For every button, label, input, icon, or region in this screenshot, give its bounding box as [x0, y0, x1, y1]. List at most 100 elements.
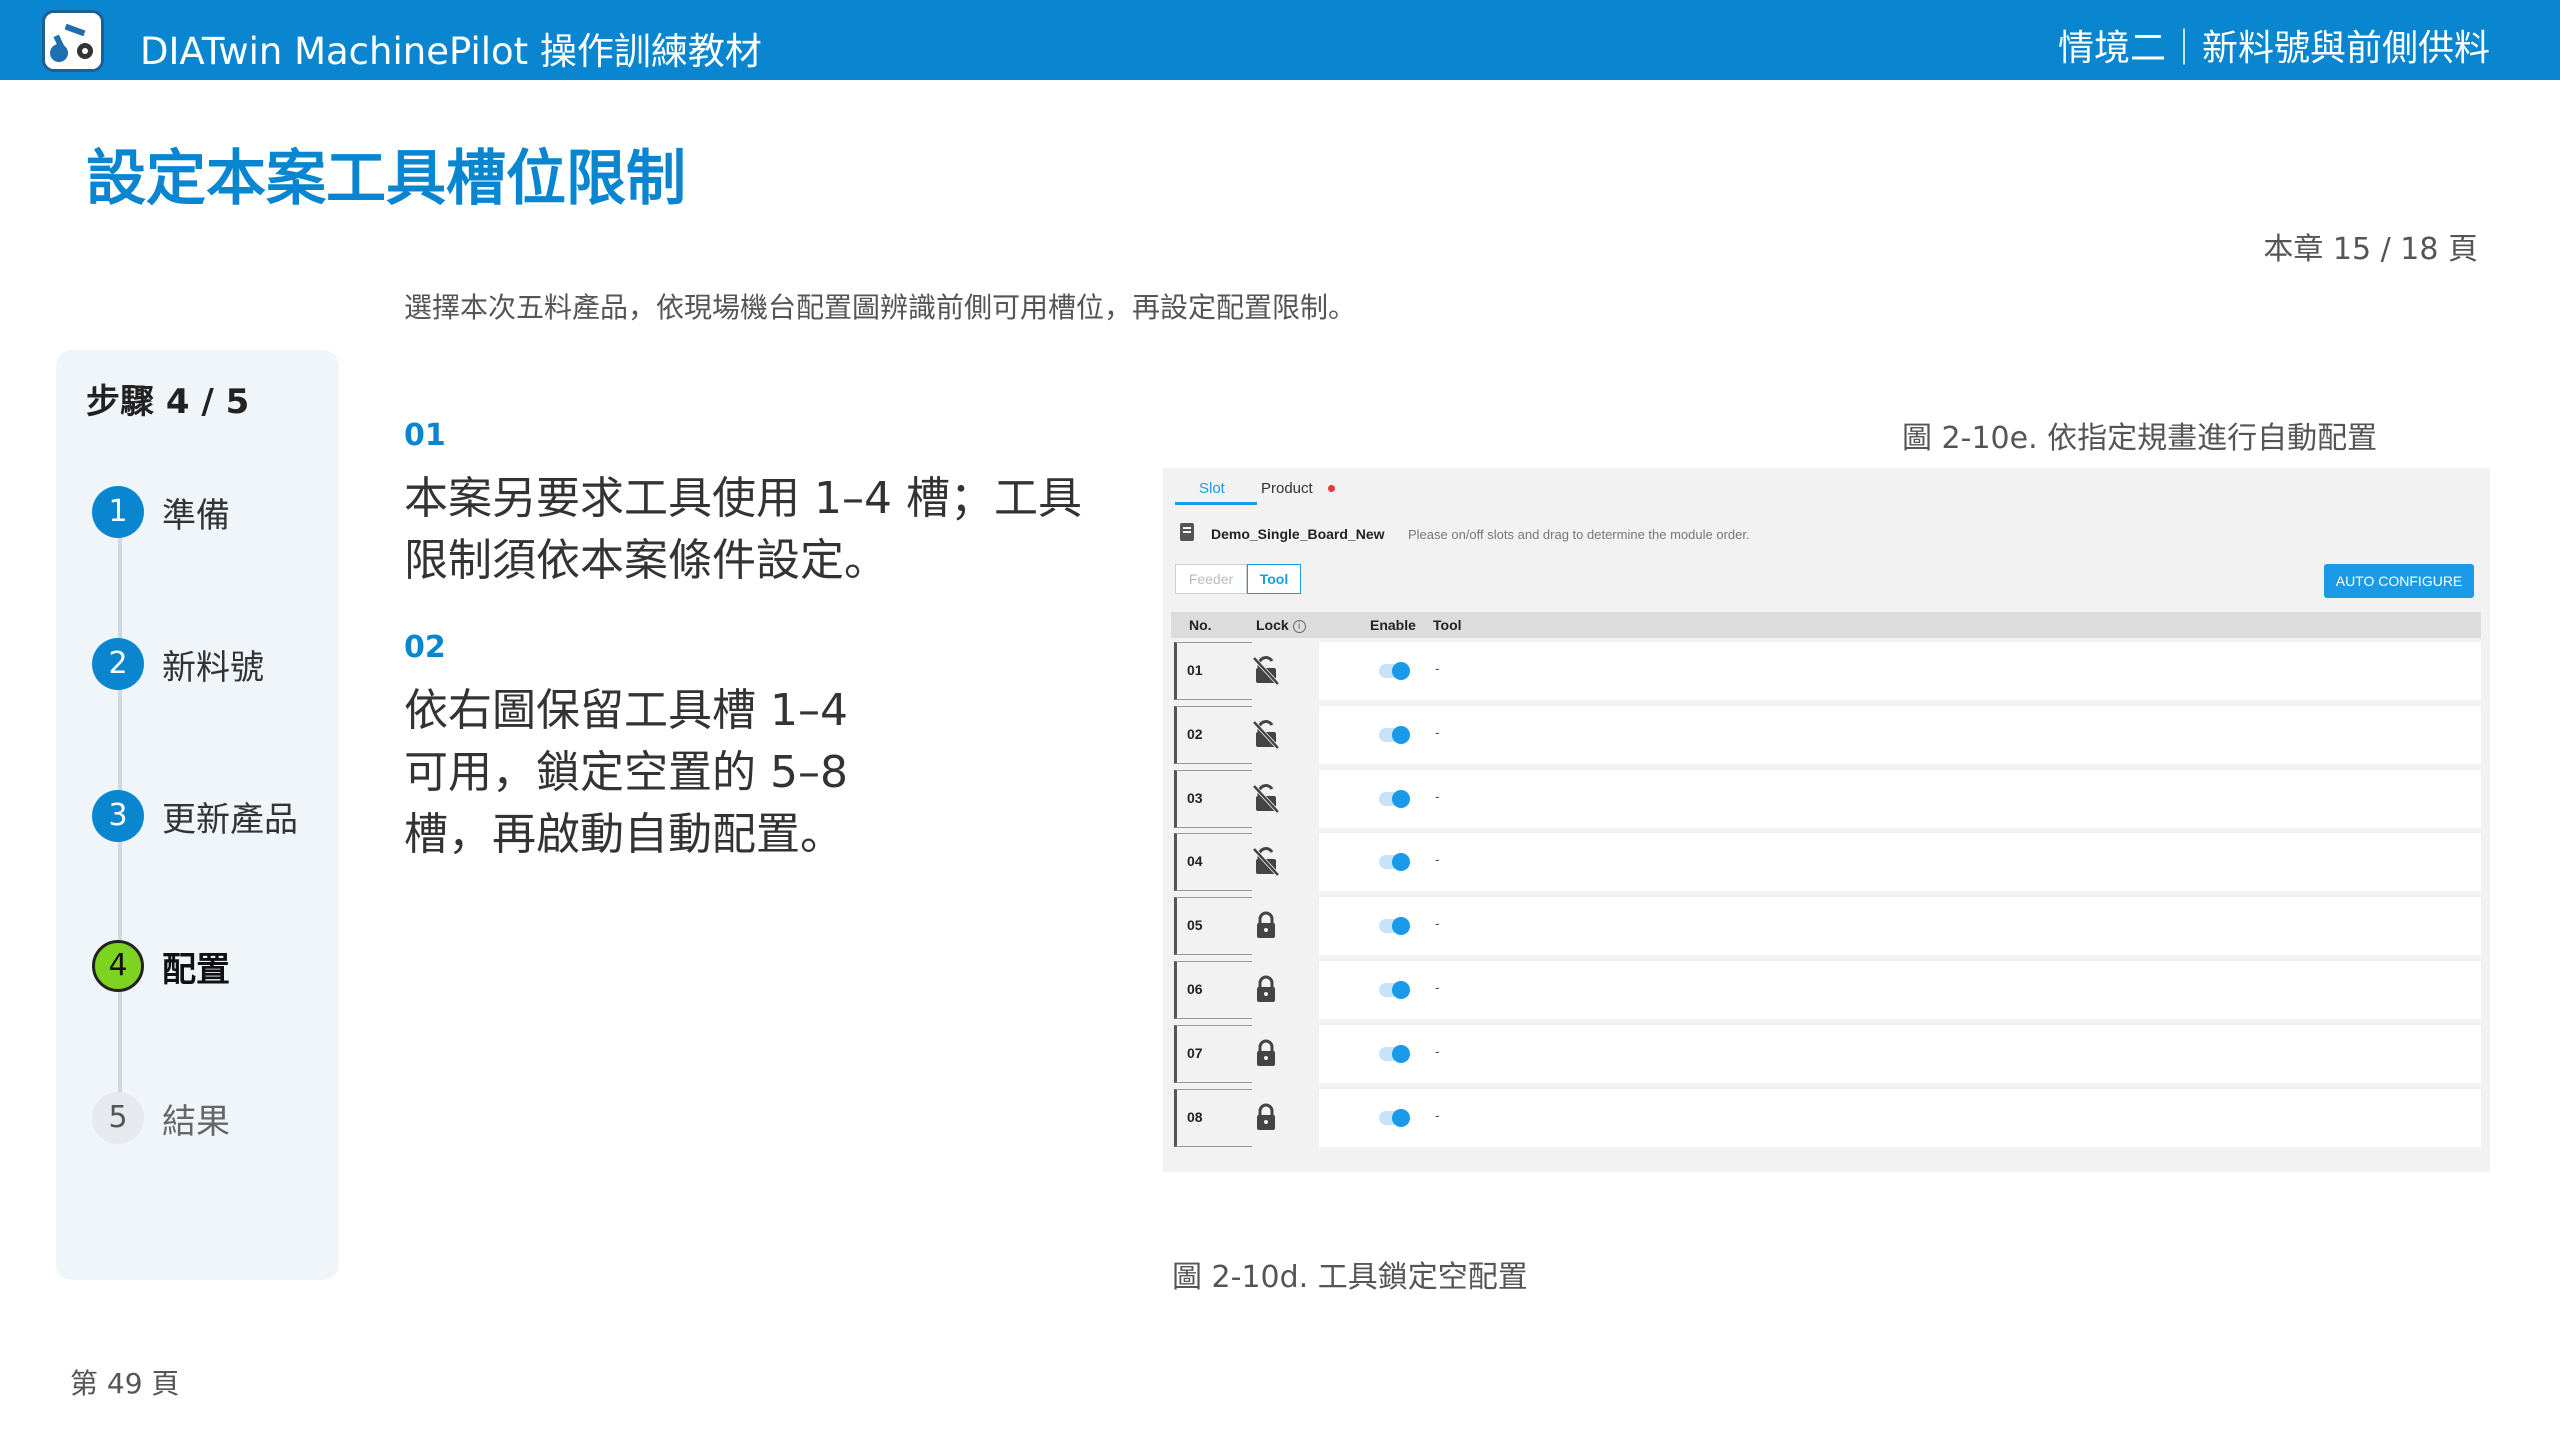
enable-toggle[interactable] [1379, 789, 1410, 808]
enable-toggle[interactable] [1379, 725, 1410, 744]
enable-toggle[interactable] [1379, 917, 1410, 936]
tab-slot[interactable]: Slot [1199, 480, 1225, 497]
lock-icon[interactable] [1250, 973, 1282, 1005]
slot-number: 08 [1187, 1108, 1203, 1125]
slot-number: 04 [1187, 853, 1203, 870]
row-handle[interactable] [1174, 1024, 1252, 1083]
row-handle[interactable] [1174, 769, 1252, 828]
page-footer: 第 49 頁 [70, 1367, 180, 1400]
step-item-4[interactable]: 4 配置 [92, 934, 332, 994]
enable-toggle[interactable] [1379, 981, 1410, 999]
section-number: 02 [404, 630, 446, 665]
row-handle[interactable] [1174, 961, 1252, 1019]
step-label: 結果 [162, 1102, 230, 1142]
step-label: 更新產品 [162, 800, 298, 840]
lock-icon[interactable] [1250, 1037, 1282, 1069]
column-tool: Tool [1433, 617, 1462, 633]
active-tab-indicator [1175, 502, 1257, 505]
row-handle[interactable] [1174, 897, 1252, 956]
step-item-1[interactable]: 1 準備 [92, 480, 332, 540]
section-text: 本案另要求工具使用 1–4 槽；工具限制須依本案條件設定。 [404, 473, 1082, 586]
unlock-icon[interactable] [1250, 782, 1282, 814]
step-item-3[interactable]: 3 更新產品 [92, 784, 332, 844]
slot-number: 06 [1187, 981, 1203, 997]
board-hint: Please on/off slots and drag to determin… [1408, 527, 1750, 542]
table-row[interactable]: 01 - [1174, 640, 2481, 700]
row-handle[interactable] [1174, 642, 1252, 700]
board-name: Demo_Single_Board_New [1211, 526, 1385, 542]
unlock-icon[interactable] [1250, 845, 1282, 877]
step-label: 準備 [162, 496, 230, 536]
page-title: 設定本案工具槽位限制 [86, 144, 686, 214]
tool-value: - [1435, 660, 1440, 676]
intro-text: 選擇本次五料產品，依現場機台配置圖辨識前側可用槽位，再設定配置限制。 [404, 291, 1357, 324]
scene-title: 情境二｜新料號與前側供料 [2057, 28, 2490, 69]
step-label: 配置 [162, 950, 230, 990]
slot-number: 05 [1187, 917, 1203, 934]
step-number: 1 [92, 486, 144, 538]
enable-toggle[interactable] [1379, 1044, 1410, 1063]
steps-panel: 步驟 4 / 5 1 準備 2 新料號 3 更新產品 4 配置 5 結果 [56, 350, 339, 1280]
row-body: - [1319, 961, 2481, 1019]
slot-number: 03 [1187, 789, 1203, 806]
row-handle[interactable] [1174, 833, 1252, 892]
section-text: 依右圖保留工具槽 1–4 可用，鎖定空置的 5–8 槽，再啟動自動配置。 [404, 685, 848, 860]
row-body: - [1319, 1088, 2481, 1147]
row-body: - [1319, 897, 2481, 956]
table-row[interactable]: 02 - [1174, 704, 2481, 764]
row-handle[interactable] [1174, 1088, 1252, 1147]
chapter-page-indicator: 本章 15 / 18 頁 [2263, 232, 2478, 267]
lock-icon[interactable] [1250, 1101, 1282, 1133]
tool-value: - [1435, 851, 1440, 868]
unlock-icon[interactable] [1250, 654, 1282, 686]
step-item-2[interactable]: 2 新料號 [92, 632, 332, 692]
notification-dot-icon [1328, 485, 1335, 492]
unlock-icon[interactable] [1250, 718, 1282, 750]
tool-value: - [1435, 915, 1440, 932]
enable-toggle[interactable] [1379, 853, 1410, 872]
slot-number: 02 [1187, 725, 1203, 742]
slot-number: 07 [1187, 1044, 1203, 1061]
tool-value: - [1435, 1042, 1440, 1059]
column-enable: Enable [1370, 617, 1416, 633]
step-label: 新料號 [162, 648, 264, 688]
tool-value: - [1435, 787, 1440, 804]
table-row[interactable]: 08 - [1174, 1087, 2481, 1147]
feeder-toggle-button[interactable]: Feeder [1175, 564, 1247, 594]
table-row[interactable]: 03 - [1174, 768, 2481, 828]
configuration-screenshot: Slot Product Demo_Single_Board_New Pleas… [1163, 468, 2490, 1172]
step-number: 5 [92, 1092, 144, 1144]
figure-caption-bottom: 圖 2-10d. 工具鎖定空配置 [1172, 1260, 1528, 1295]
row-body: - [1319, 833, 2481, 892]
row-body: - [1319, 642, 2481, 700]
tab-product[interactable]: Product [1261, 480, 1313, 497]
board-document-icon [1180, 523, 1194, 541]
table-row[interactable]: 06 - [1174, 959, 2481, 1019]
robot-arm-icon [42, 10, 104, 72]
table-row[interactable]: 04 - [1174, 831, 2481, 892]
step-number: 3 [92, 790, 144, 842]
table-header: No. Lock i Enable Tool [1171, 612, 2481, 638]
info-icon[interactable]: i [1292, 620, 1306, 633]
tool-value: - [1435, 979, 1440, 995]
enable-toggle[interactable] [1379, 662, 1410, 680]
step-number: 4 [92, 940, 144, 992]
tool-value: - [1435, 723, 1440, 740]
app-title: DIATwin MachinePilot 操作訓練教材 [140, 30, 762, 73]
steps-title: 步驟 4 / 5 [86, 382, 250, 422]
tool-toggle-button[interactable]: Tool [1247, 564, 1301, 594]
table-row[interactable]: 05 - [1174, 895, 2481, 956]
auto-configure-button[interactable]: AUTO CONFIGURE [2324, 564, 2474, 598]
step-item-5[interactable]: 5 結果 [92, 1086, 332, 1146]
table-row[interactable]: 07 - [1174, 1023, 2481, 1083]
row-body: - [1319, 705, 2481, 764]
lock-icon[interactable] [1250, 909, 1282, 941]
section-number: 01 [404, 418, 446, 453]
header-bar: DIATwin MachinePilot 操作訓練教材 情境二｜新料號與前側供料 [0, 0, 2560, 80]
row-handle[interactable] [1174, 705, 1252, 764]
row-body: - [1319, 769, 2481, 828]
step-number: 2 [92, 638, 144, 690]
figure-caption-top: 圖 2-10e. 依指定規畫進行自動配置 [1902, 421, 2378, 456]
column-no: No. [1189, 617, 1212, 633]
enable-toggle[interactable] [1379, 1108, 1410, 1127]
